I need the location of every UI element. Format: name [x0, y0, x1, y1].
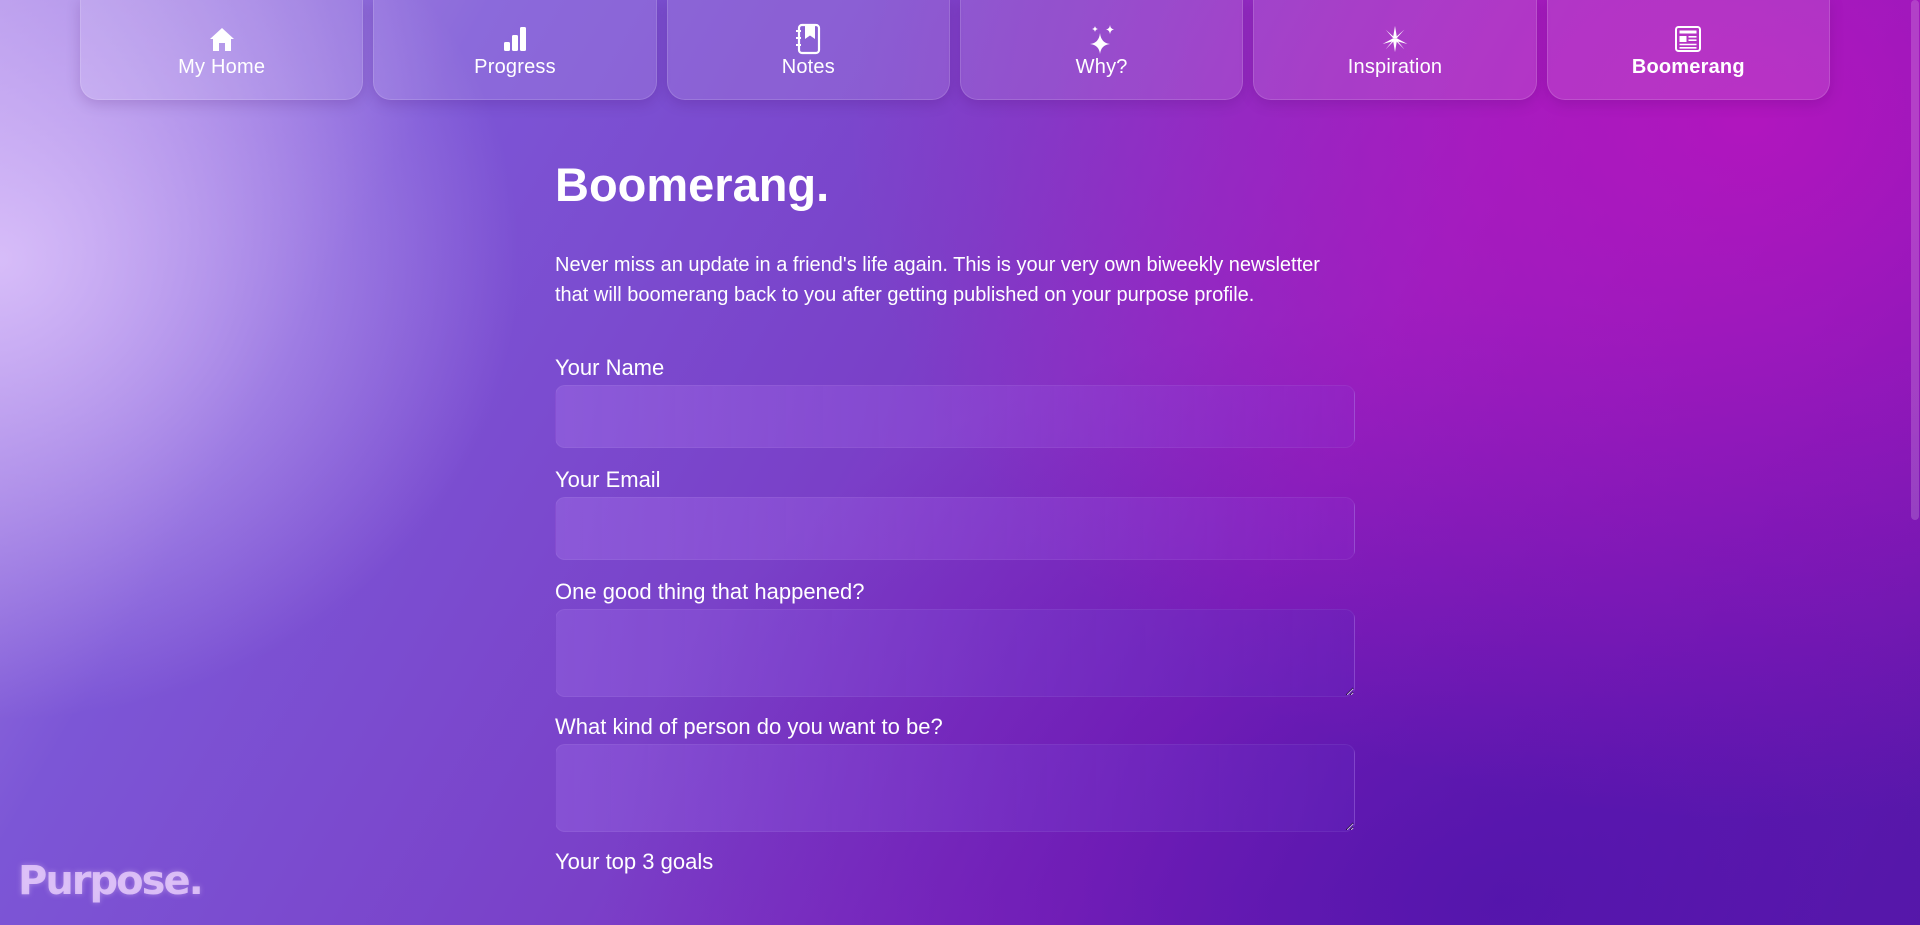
email-field-group: Your Email	[555, 466, 1355, 561]
home-icon	[207, 24, 237, 54]
boomerang-content: Boomerang. Never miss an update in a fri…	[555, 150, 1355, 876]
nav-item-why[interactable]: Why?	[959, 0, 1244, 100]
goals-field-group: Your top 3 goals	[555, 848, 1355, 876]
person-field-group: What kind of person do you want to be?	[555, 713, 1355, 833]
good-thing-label: One good thing that happened?	[555, 579, 865, 605]
name-input[interactable]	[555, 385, 1355, 449]
nav-item-progress[interactable]: Progress	[373, 0, 657, 100]
page-intro: Never miss an update in a friend's life …	[555, 254, 1320, 307]
top-navigation: My Home Progress Notes Why? Inspiration …	[80, 0, 1830, 100]
email-label: Your Email	[555, 467, 661, 493]
bar-chart-icon	[500, 24, 530, 54]
nav-item-label: My Home	[178, 55, 266, 78]
nav-item-notes[interactable]: Notes	[666, 0, 950, 100]
nav-item-label: Progress	[474, 55, 556, 78]
person-textarea[interactable]	[555, 744, 1355, 833]
purpose-logo: Purpose.	[18, 858, 204, 904]
name-field-group: Your Name	[555, 354, 1355, 449]
nav-item-label: Notes	[781, 55, 835, 78]
star-burst-icon	[1380, 24, 1410, 54]
page-scrollbar[interactable]	[1910, 0, 1920, 925]
nav-item-label: Boomerang	[1631, 55, 1745, 78]
nav-item-label: Why?	[1075, 55, 1128, 78]
nav-item-my-home[interactable]: My Home	[80, 0, 364, 100]
nav-item-label: Inspiration	[1347, 55, 1443, 78]
nav-item-boomerang[interactable]: Boomerang	[1546, 0, 1830, 100]
newspaper-icon	[1673, 24, 1703, 54]
good-thing-textarea[interactable]	[555, 609, 1355, 698]
sparkles-icon	[1087, 24, 1117, 54]
name-label: Your Name	[555, 355, 665, 381]
page-title: Boomerang.	[555, 158, 830, 211]
person-label: What kind of person do you want to be?	[555, 714, 943, 740]
good-thing-field-group: One good thing that happened?	[555, 578, 1355, 698]
nav-item-inspiration[interactable]: Inspiration	[1253, 0, 1537, 100]
goals-label: Your top 3 goals	[555, 849, 714, 875]
email-input[interactable]	[555, 497, 1355, 561]
notebook-icon	[793, 23, 823, 54]
scrollbar-thumb[interactable]	[1911, 0, 1919, 520]
